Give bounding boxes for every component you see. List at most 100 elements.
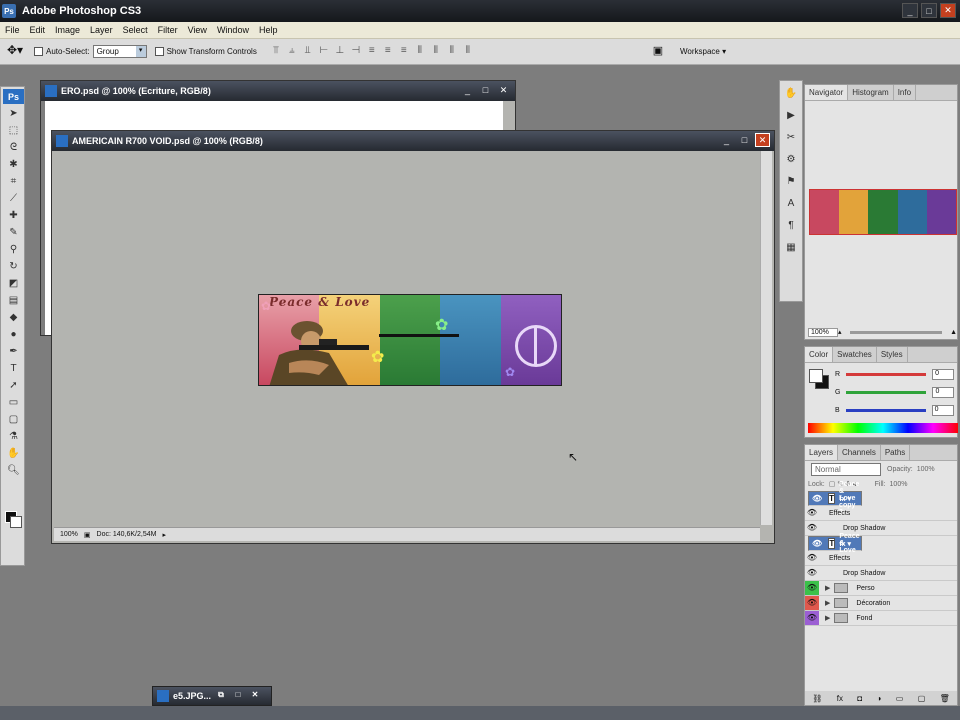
opacity-value[interactable]: 100% bbox=[917, 466, 935, 473]
link-layers-icon[interactable]: ⛓ bbox=[812, 694, 822, 703]
minimized-document-e5[interactable]: e5.JPG... ⧉ □ ✕ bbox=[152, 686, 272, 706]
zoom-out-icon[interactable]: ▴ bbox=[838, 328, 842, 336]
menu-edit[interactable]: Edit bbox=[25, 25, 51, 35]
distribute-top-icon[interactable]: ≡ bbox=[365, 45, 379, 59]
show-transform-checkbox[interactable] bbox=[154, 47, 164, 56]
align-center-icon[interactable]: ⊥ bbox=[333, 45, 347, 59]
document-title-bar[interactable]: ERO.psd @ 100% (Ecriture, RGB/8) bbox=[41, 81, 515, 101]
align-bottom-icon[interactable]: ⫫ bbox=[301, 45, 315, 59]
tool-presets-icon[interactable]: ▶ bbox=[782, 107, 800, 125]
delete-layer-icon[interactable]: 🗑︎ bbox=[940, 694, 950, 703]
layer-row-peace-love[interactable]: 👁︎ T Peace & Love fx ▾ bbox=[808, 533, 862, 554]
zoom-in-icon[interactable]: ▲ bbox=[950, 329, 957, 336]
fx-icon[interactable]: fx ▾ bbox=[839, 495, 851, 503]
blue-value[interactable]: 0 bbox=[931, 404, 954, 416]
doc-minimize-button[interactable]: _ bbox=[719, 133, 734, 147]
actions-icon[interactable]: ⚑ bbox=[782, 173, 800, 191]
move-tool-icon[interactable]: ➤ bbox=[3, 106, 24, 121]
visibility-eye-icon[interactable]: 👁︎ bbox=[812, 537, 822, 551]
adjustment-layer-icon[interactable]: ◑ bbox=[877, 694, 882, 703]
blend-mode-dropdown[interactable]: Normal bbox=[811, 462, 881, 476]
healing-brush-icon[interactable]: ✚ bbox=[3, 208, 24, 223]
menu-help[interactable]: Help bbox=[254, 25, 283, 35]
eyedropper-tool-icon[interactable]: ⚗ bbox=[3, 429, 24, 444]
tab-histogram[interactable]: Histogram bbox=[848, 85, 894, 100]
clone-source-icon[interactable]: ▦ bbox=[782, 239, 800, 257]
doc-size-info[interactable]: Doc: 140,6K/2,54M bbox=[97, 531, 157, 538]
marquee-tool-icon[interactable]: ⬚ bbox=[3, 123, 24, 138]
close-button[interactable]: ✕ bbox=[940, 3, 956, 18]
type-tool-icon[interactable]: T bbox=[3, 361, 24, 376]
history-brush-icon[interactable]: ↻ bbox=[3, 259, 24, 274]
crop-tool-icon[interactable]: ⌗ bbox=[3, 174, 24, 189]
menu-file[interactable]: File bbox=[0, 25, 25, 35]
magic-wand-tool-icon[interactable]: ✱ bbox=[3, 157, 24, 172]
tab-color[interactable]: Color bbox=[805, 347, 834, 362]
doc-close-button[interactable]: ✕ bbox=[755, 133, 770, 147]
pen-tool-icon[interactable]: ✒ bbox=[3, 344, 24, 359]
workspace-menu[interactable]: Workspace ▾ bbox=[680, 47, 726, 56]
maximize-button[interactable]: □ bbox=[231, 690, 245, 702]
minimize-button[interactable]: _ bbox=[902, 3, 918, 18]
hand-tool-icon[interactable]: ✋ bbox=[3, 446, 24, 461]
bridge-icon[interactable]: ▣ bbox=[648, 44, 668, 58]
character-icon[interactable]: A bbox=[782, 195, 800, 213]
tab-channels[interactable]: Channels bbox=[838, 445, 881, 460]
layer-comps-icon[interactable]: ✂ bbox=[782, 129, 800, 147]
fill-value[interactable]: 100% bbox=[890, 481, 908, 488]
menu-layer[interactable]: Layer bbox=[85, 25, 118, 35]
lasso-tool-icon[interactable]: ᘓ bbox=[3, 140, 24, 155]
color-spectrum[interactable] bbox=[808, 423, 958, 433]
auto-select-dropdown[interactable]: Group ▾ bbox=[92, 45, 147, 58]
notes-tool-icon[interactable]: ▢ bbox=[3, 412, 24, 427]
blue-slider[interactable] bbox=[845, 408, 926, 412]
visibility-eye-icon[interactable]: 👁︎ bbox=[812, 492, 822, 506]
add-style-icon[interactable]: fx bbox=[837, 694, 843, 703]
new-layer-icon[interactable]: ▢ bbox=[918, 694, 926, 703]
tab-navigator[interactable]: Navigator bbox=[805, 85, 849, 100]
dodge-tool-icon[interactable]: ● bbox=[3, 327, 24, 342]
visibility-eye-icon[interactable]: 👁︎ bbox=[805, 581, 819, 595]
brush-tool-icon[interactable]: ✎ bbox=[3, 225, 24, 240]
align-left-icon[interactable]: ⊢ bbox=[317, 45, 331, 59]
foreground-color-swatch[interactable] bbox=[809, 369, 823, 383]
restore-button[interactable]: ⧉ bbox=[214, 690, 228, 702]
drop-shadow-eye-icon[interactable]: 👁︎ bbox=[805, 566, 819, 580]
zoom-slider[interactable] bbox=[849, 330, 943, 334]
navigator-thumbnail[interactable] bbox=[809, 189, 957, 235]
red-slider[interactable] bbox=[846, 372, 927, 376]
distribute-center-icon[interactable]: ⦀ bbox=[429, 45, 443, 59]
tab-styles[interactable]: Styles bbox=[877, 347, 908, 362]
align-middle-icon[interactable]: ⫨ bbox=[285, 45, 299, 59]
status-menu-arrow[interactable]: ▸ bbox=[162, 531, 166, 539]
effects-eye-icon[interactable]: 👁︎ bbox=[805, 506, 819, 520]
layer-row-peace-love-copy-2[interactable]: 👁︎ T Peace & Love copy 2 fx ▾ bbox=[808, 481, 862, 516]
menu-window[interactable]: Window bbox=[212, 25, 254, 35]
menu-image[interactable]: Image bbox=[50, 25, 85, 35]
doc-maximize-button[interactable]: □ bbox=[737, 133, 752, 147]
distribute-middle-icon[interactable]: ≡ bbox=[381, 45, 395, 59]
green-value[interactable]: 0 bbox=[932, 386, 955, 398]
gradient-tool-icon[interactable]: ▤ bbox=[3, 293, 24, 308]
doc-maximize-button[interactable]: □ bbox=[478, 83, 493, 97]
visibility-eye-icon[interactable]: 👁︎ bbox=[805, 611, 819, 625]
history-icon[interactable]: ⚙ bbox=[782, 151, 800, 169]
align-top-icon[interactable]: ⫪ bbox=[269, 45, 283, 59]
slice-tool-icon[interactable]: ⟋ bbox=[3, 191, 24, 206]
tab-paths[interactable]: Paths bbox=[881, 445, 911, 460]
auto-align-icon[interactable]: ⫴ bbox=[461, 45, 475, 59]
doc-close-button[interactable]: ✕ bbox=[496, 83, 511, 97]
shape-tool-icon[interactable]: ▭ bbox=[3, 395, 24, 410]
path-selection-icon[interactable]: ➚ bbox=[3, 378, 24, 393]
close-button[interactable]: ✕ bbox=[248, 690, 262, 702]
effects-eye-icon[interactable]: 👁︎ bbox=[805, 551, 819, 565]
tab-layers[interactable]: Layers bbox=[805, 445, 839, 460]
add-mask-icon[interactable]: ◘ bbox=[857, 694, 862, 703]
layer-group-decoration[interactable]: 👁︎ ▶ Décoration bbox=[805, 596, 957, 611]
green-slider[interactable] bbox=[846, 390, 927, 394]
distribute-left-icon[interactable]: ⦀ bbox=[413, 45, 427, 59]
visibility-eye-icon[interactable]: 👁︎ bbox=[805, 596, 819, 610]
status-icon[interactable]: ▣ bbox=[84, 531, 91, 539]
vertical-scrollbar[interactable] bbox=[760, 151, 772, 525]
document-canvas[interactable]: Peace & Love ✿ ✿ ✿ ✿ bbox=[54, 151, 760, 525]
